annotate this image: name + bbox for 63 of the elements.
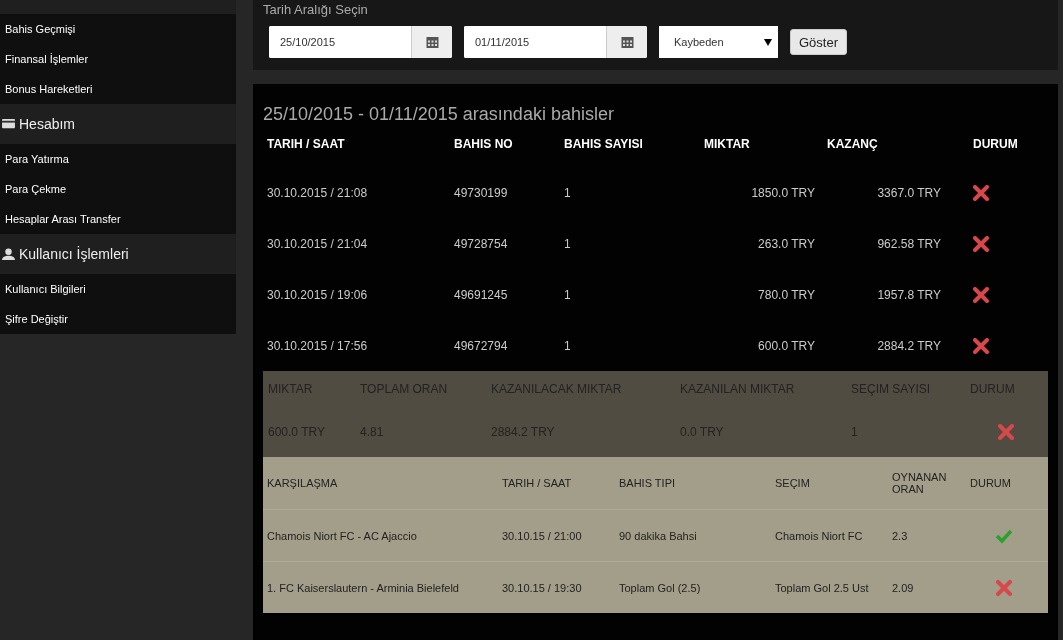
card-icon <box>2 118 15 130</box>
table-cell-text: 1 <box>563 185 572 200</box>
table-cell-text: Chamois Niort FC <box>775 529 864 542</box>
show-button[interactable]: Göster <box>790 29 847 55</box>
table-cell-text: 30.10.2015 / 17:56 <box>266 338 369 353</box>
column-header: BAHIS SAYISI <box>563 137 644 151</box>
table-cell-text: 30.10.2015 / 21:08 <box>266 185 369 200</box>
table-cell-text: 1850.0 TRY <box>750 185 816 200</box>
column-header: SEÇIM <box>775 477 811 489</box>
user-icon <box>2 248 15 260</box>
table-cell-text: 1 <box>563 338 572 353</box>
sidebar-link[interactable]: Şifre Değiştir <box>0 304 236 334</box>
caret-icon <box>764 38 772 46</box>
table-cell-text: 263.0 TRY <box>757 236 816 251</box>
table-cell-text: 962.58 TRY <box>876 236 942 251</box>
table-cell-text: 1. FC Kaiserslautern - Arminia Bielefeld <box>267 581 460 594</box>
table-cell-text: 49672794 <box>453 338 509 353</box>
table-cell-text: 30.10.2015 / 19:06 <box>266 287 369 302</box>
table-cell-text: Chamois Niort FC - AC Ajaccio <box>267 529 418 542</box>
column-header: OYNANAN ORAN <box>892 471 948 495</box>
calendar-icon <box>425 36 439 48</box>
date-field[interactable]: 01/11/2015 <box>464 26 647 58</box>
table-cell-text: 600.0 TRY <box>757 338 816 353</box>
column-header: MIKTAR <box>703 137 751 151</box>
sidebar-link[interactable]: Bonus Hareketleri <box>0 74 236 104</box>
table-cell-text: 1 <box>563 236 572 251</box>
table-cell-text: 49730199 <box>453 185 509 200</box>
column-header: DURUM <box>970 477 1012 489</box>
table-cell-text: 30.10.15 / 21:00 <box>502 529 583 542</box>
table-cell-text: 30.10.2015 / 21:04 <box>266 236 369 251</box>
table-cell-text: Toplam Gol 2.5 Ust <box>775 581 870 594</box>
column-header: KAZANÇ <box>826 137 879 151</box>
calendar-icon <box>620 36 634 48</box>
section-title: Hesabım <box>19 116 76 132</box>
filter-label: Tarih Aralığı Seçin <box>263 2 369 19</box>
table-cell-text: 90 dakika Bahsi <box>619 529 698 542</box>
sidebar-link[interactable]: Finansal İşlemler <box>0 44 236 74</box>
table-cell-text: 2884.2 TRY <box>876 338 942 353</box>
table-cell-text: 49728754 <box>453 236 509 251</box>
table-cell-text: 30.10.15 / 19:30 <box>502 581 583 594</box>
sidebar-link[interactable]: Kullanıcı Bilgileri <box>0 274 236 304</box>
result-dropdown[interactable]: Kaybeden <box>659 26 778 58</box>
table-cell-text: Toplam Gol (2.5) <box>619 581 702 594</box>
column-header: KARŞILAŞMA <box>267 477 339 489</box>
sidebar-link[interactable]: Hesaplar Arası Transfer <box>0 204 236 234</box>
sidebar-link[interactable]: Para Çekme <box>0 174 236 204</box>
table-cell-text: 780.0 TRY <box>757 287 816 302</box>
section-title: Kullanıcı İşlemleri <box>19 246 129 262</box>
table-cell-text: 3367.0 TRY <box>876 185 942 200</box>
sidebar-link[interactable]: Para Yatırma <box>0 144 236 174</box>
column-header: TARIH / SAAT <box>266 137 346 151</box>
table-cell-text: 49691245 <box>453 287 509 302</box>
column-header: BAHIS NO <box>453 137 514 151</box>
date-field[interactable]: 25/10/2015 <box>269 26 452 58</box>
sidebar-link[interactable]: Bahis Geçmişi <box>0 14 236 44</box>
column-header: BAHIS TIPI <box>619 477 677 489</box>
results-title: 25/10/2015 - 01/11/2015 arasındaki bahisler <box>263 104 615 125</box>
column-header: DURUM <box>972 137 1019 151</box>
table-cell-text: 1 <box>563 287 572 302</box>
table-cell-text: 2.3 <box>892 529 909 542</box>
table-cell-text: 1957.8 TRY <box>876 287 942 302</box>
table-cell-text: 2.09 <box>892 581 915 594</box>
column-header: TARIH / SAAT <box>502 477 573 489</box>
